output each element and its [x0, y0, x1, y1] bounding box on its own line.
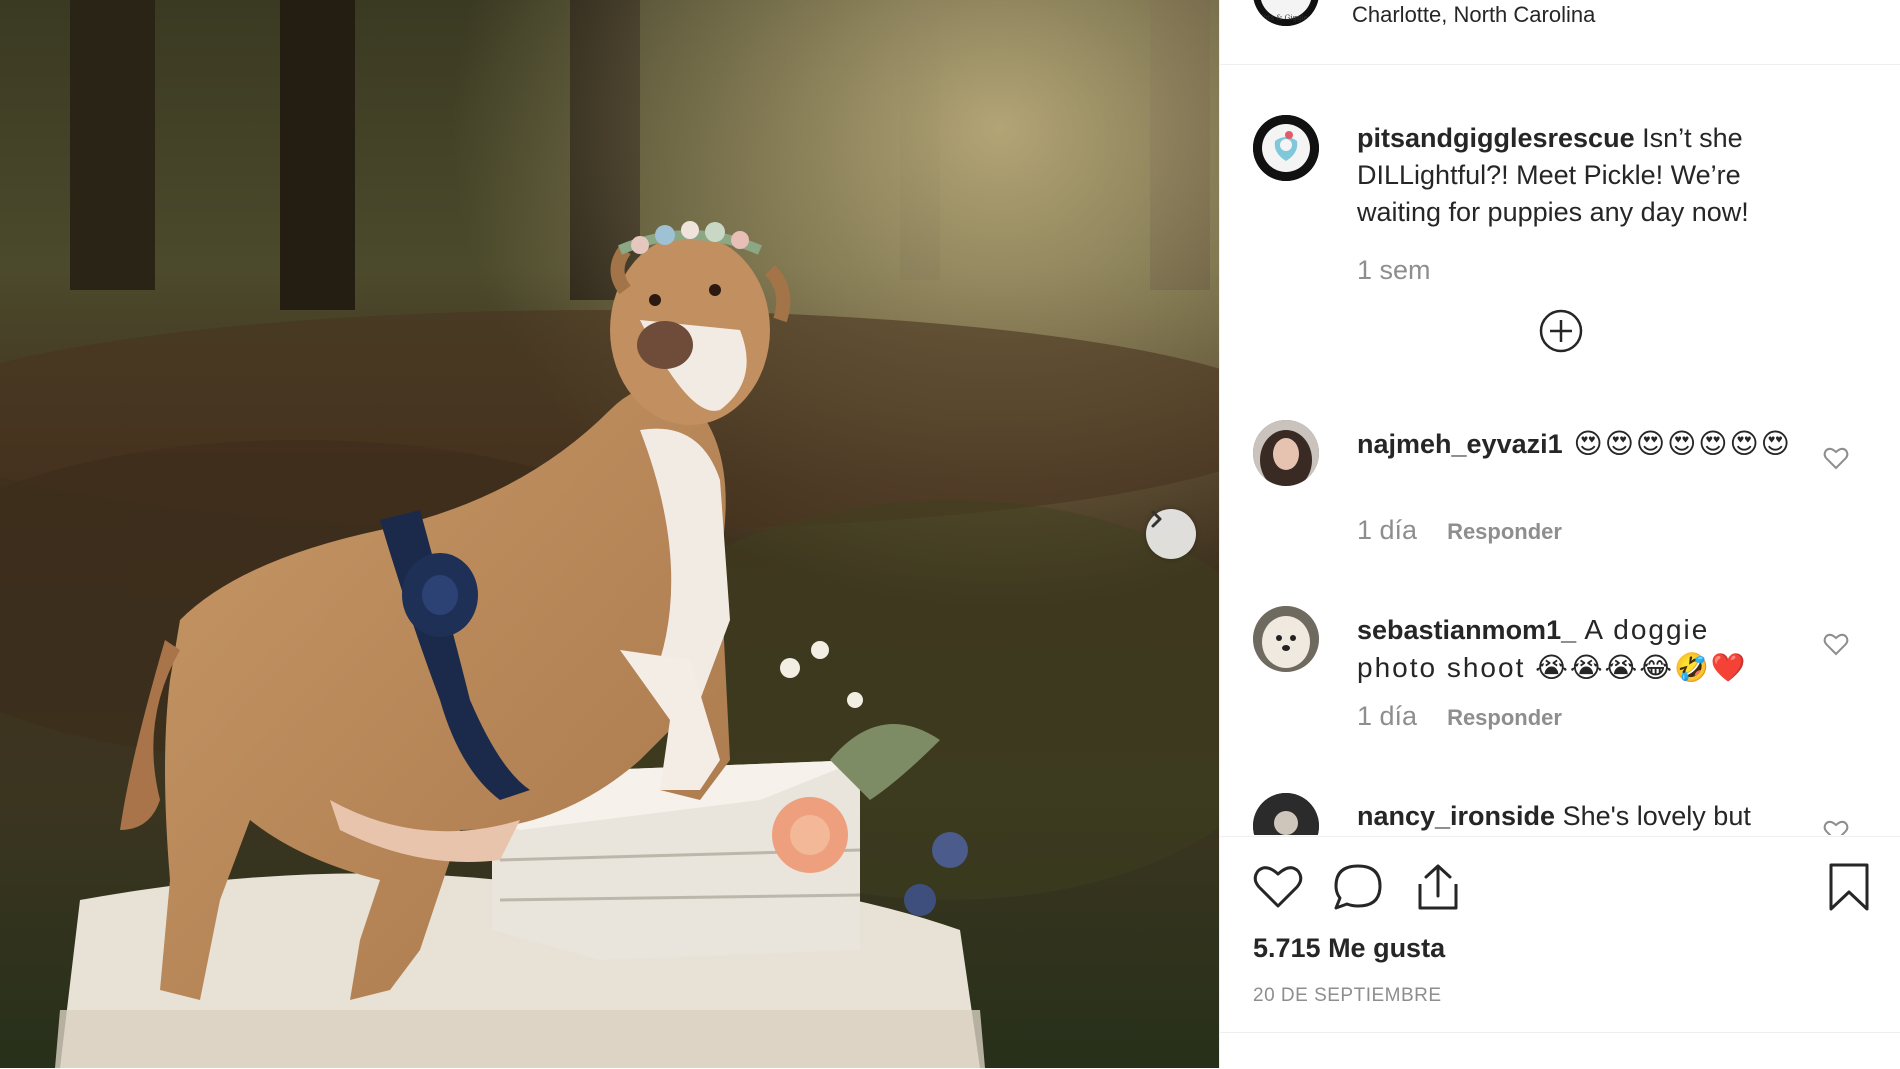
comment-text: sebastianmom1_ A doggie photo shoot 😭😭😭😂…: [1357, 611, 1797, 687]
caption-avatar[interactable]: [1253, 115, 1319, 181]
chevron-right-icon: [1151, 510, 1162, 528]
post-header: Pits & Giggles Charlotte, North Carolina: [1220, 0, 1900, 65]
post-location[interactable]: Charlotte, North Carolina: [1352, 2, 1595, 28]
svg-text:Pits & Giggles: Pits & Giggles: [1261, 14, 1312, 22]
comment-username[interactable]: najmeh_eyvazi1: [1357, 429, 1563, 459]
comment-body: She's lovely but: [1555, 801, 1751, 831]
caption-time[interactable]: 1 sem: [1357, 255, 1431, 285]
post-date[interactable]: 20 DE SEPTIEMBRE: [1253, 985, 1442, 1007]
share-upload-icon[interactable]: [1414, 862, 1462, 912]
caption-username[interactable]: pitsandgigglesrescue: [1357, 123, 1635, 153]
heart-outline-icon[interactable]: [1823, 446, 1849, 470]
reply-button[interactable]: Responder: [1447, 519, 1562, 544]
caption-meta: 1 sem: [1357, 255, 1431, 286]
reply-button[interactable]: Responder: [1447, 705, 1562, 730]
poster-avatar[interactable]: Pits & Giggles: [1253, 0, 1319, 26]
heart-outline-icon[interactable]: [1823, 819, 1849, 835]
comment-time[interactable]: 1 día: [1357, 701, 1417, 731]
post-actions: 5.715 Me gusta 20 DE SEPTIEMBRE: [1220, 836, 1900, 1069]
dog-photo-image: [0, 0, 1219, 1068]
rescue-logo-image: [1253, 115, 1319, 181]
caption-text: pitsandgigglesrescue Isn’t she DILLightf…: [1357, 120, 1797, 231]
comment-body: 😍😍😍😍😍😍😍: [1562, 427, 1792, 460]
comment-meta: 1 día Responder: [1357, 701, 1562, 732]
likes-count[interactable]: 5.715 Me gusta: [1253, 933, 1445, 964]
heart-outline-icon[interactable]: [1253, 862, 1303, 910]
post-side-panel: Pits & Giggles Charlotte, North Carolina…: [1219, 0, 1900, 1068]
rescue-logo-image: Pits & Giggles: [1253, 0, 1319, 26]
divider: [1220, 1032, 1900, 1033]
comment-text: nancy_ironside She's lovely but: [1357, 798, 1797, 835]
post-photo[interactable]: [0, 0, 1219, 1068]
commenter-avatar[interactable]: [1253, 420, 1319, 486]
user-photo-image: [1253, 420, 1319, 486]
comment-time[interactable]: 1 día: [1357, 515, 1417, 545]
load-more-comments-button[interactable]: [1538, 308, 1584, 354]
comment-bubble-icon[interactable]: [1332, 862, 1384, 912]
next-photo-button[interactable]: [1146, 509, 1196, 559]
user-photo-image: [1253, 606, 1319, 672]
bookmark-icon[interactable]: [1827, 862, 1871, 912]
comments-list[interactable]: pitsandgigglesrescue Isn’t she DILLightf…: [1220, 65, 1900, 835]
comment-username[interactable]: sebastianmom1_: [1357, 615, 1576, 645]
plus-circle-icon: [1539, 309, 1583, 353]
heart-outline-icon[interactable]: [1823, 632, 1849, 656]
commenter-avatar[interactable]: [1253, 606, 1319, 672]
comment-meta: 1 día Responder: [1357, 515, 1562, 546]
commenter-avatar[interactable]: [1253, 793, 1319, 835]
comment-text: najmeh_eyvazi1 😍😍😍😍😍😍😍: [1357, 425, 1797, 463]
comment-username[interactable]: nancy_ironside: [1357, 801, 1555, 831]
user-photo-image: [1253, 793, 1319, 835]
